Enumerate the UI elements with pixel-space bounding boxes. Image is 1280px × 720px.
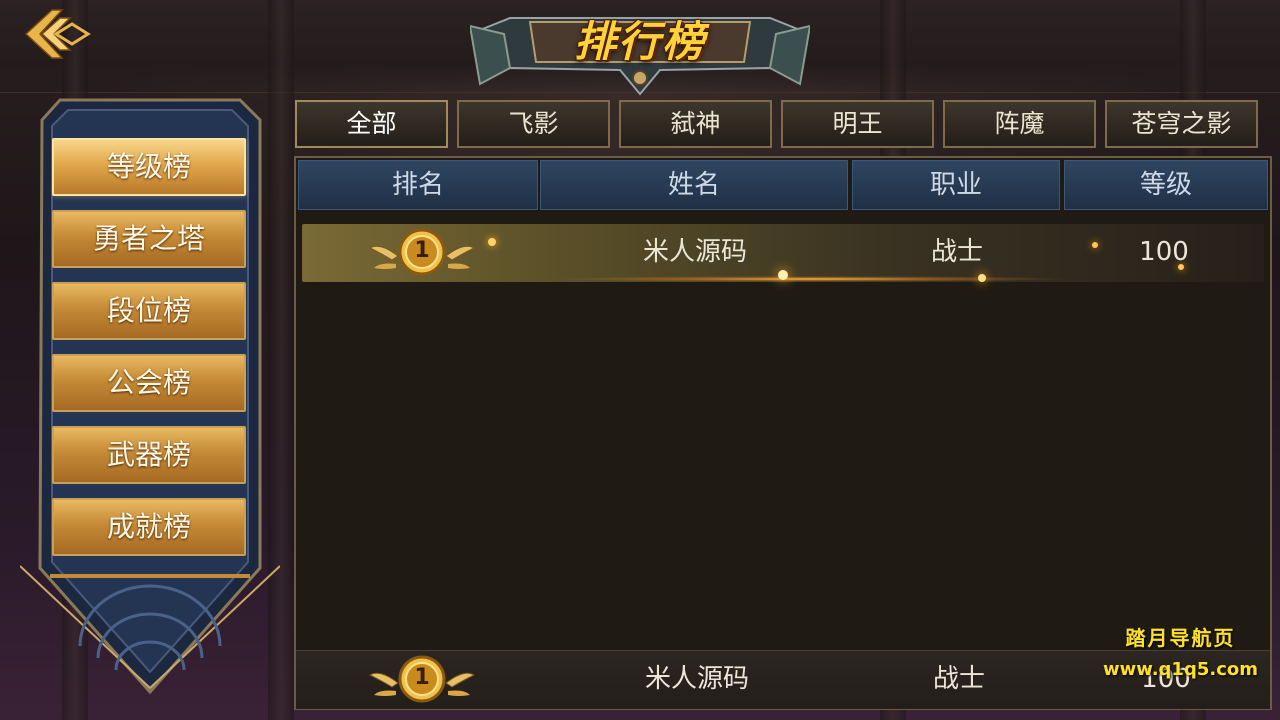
category-tier-ranking[interactable]: 段位榜 xyxy=(52,282,246,340)
my-rank-number: 1 xyxy=(414,665,430,690)
sparkle-effect xyxy=(978,274,986,282)
watermark-url: www.q1q5.com xyxy=(1102,659,1258,680)
title-banner: 排行榜 xyxy=(470,4,810,96)
player-class: 战士 xyxy=(930,237,983,267)
table-header: 排名 姓名 职业 等级 xyxy=(296,158,1270,212)
my-player-name: 米人源码 xyxy=(644,664,749,694)
category-hero-tower[interactable]: 勇者之塔 xyxy=(52,210,246,268)
category-guild-ranking[interactable]: 公会榜 xyxy=(52,354,246,412)
category-list: 等级榜 勇者之塔 段位榜 公会榜 武器榜 成就榜 xyxy=(52,138,250,578)
column-header-level: 等级 xyxy=(1064,160,1268,210)
column-header-class: 职业 xyxy=(852,160,1060,210)
category-achievement-ranking[interactable]: 成就榜 xyxy=(52,498,246,556)
tab-all[interactable]: 全部 xyxy=(295,100,448,148)
player-level: 100 xyxy=(1139,237,1189,267)
tab-shishen[interactable]: 弑神 xyxy=(619,100,772,148)
table-row[interactable]: 1 米人源码 战士 100 xyxy=(302,224,1264,282)
tab-feiying[interactable]: 飞影 xyxy=(457,100,610,148)
sparkle-effect xyxy=(488,238,496,246)
category-level-ranking[interactable]: 等级榜 xyxy=(52,138,246,196)
tab-zhenmo[interactable]: 阵魔 xyxy=(943,100,1096,148)
sparkle-effect xyxy=(1092,242,1098,248)
class-tabs: 全部 飞影 弑神 明王 阵魔 苍穹之影 xyxy=(295,100,1280,150)
sparkle-effect xyxy=(778,270,788,280)
column-header-rank: 排名 xyxy=(298,160,538,210)
player-name: 米人源码 xyxy=(642,237,747,267)
my-player-class: 战士 xyxy=(932,664,985,694)
sparkle-effect xyxy=(552,276,1072,282)
back-arrow-icon xyxy=(24,9,91,59)
sparkle-effect xyxy=(1178,264,1184,270)
column-header-name: 姓名 xyxy=(540,160,848,210)
ranking-screen: 排行榜 等级榜 勇者之塔 段位榜 公会榜 武器榜 成就榜 全部 飞影 弑神 明王 阵魔苍… xyxy=(0,0,1280,720)
rank-number: 1 xyxy=(414,238,430,263)
category-weapon-ranking[interactable]: 武器榜 xyxy=(52,426,246,484)
tab-cangqiong[interactable]: 苍穹之影 xyxy=(1105,100,1258,148)
watermark: 踏月导航页 www.q1q5.com xyxy=(1103,622,1258,680)
watermark-title: 踏月导航页 xyxy=(1125,626,1236,650)
category-panel: 等级榜 勇者之塔 段位榜 公会榜 武器榜 成就榜 xyxy=(20,98,280,698)
back-button[interactable] xyxy=(22,6,92,62)
tab-mingwang[interactable]: 明王 xyxy=(781,100,934,148)
page-title: 排行榜 xyxy=(573,17,706,66)
